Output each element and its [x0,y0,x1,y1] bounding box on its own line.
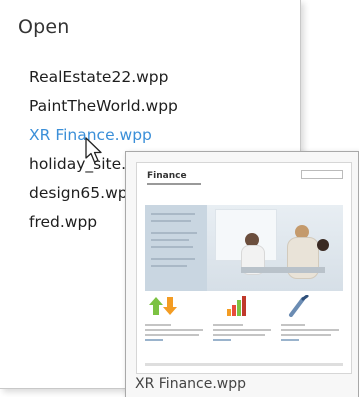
preview-table [241,267,325,273]
preview-footer [145,363,343,366]
preview-feature [213,295,275,353]
file-preview-tooltip: Finance XR Finance.wpp [125,151,359,397]
recent-file-label: RealEstate22.wpp [29,68,169,86]
recent-file-item[interactable]: RealEstate22.wpp [29,63,178,92]
preview-hero-text [145,205,207,291]
arrows-icon [149,297,177,315]
preview-person [317,239,329,251]
preview-brand: Finance [147,171,187,181]
recent-file-label: holiday_site. [29,155,127,173]
preview-feature [281,294,343,353]
preview-search-box [301,170,343,179]
recent-file-label: fred.wpp [29,213,98,231]
pen-icon [289,294,309,317]
preview-nav-bar [229,193,343,208]
preview-hero-image [145,205,343,291]
recent-file-label: PaintTheWorld.wpp [29,97,178,115]
arrow-pointer-icon [85,137,102,163]
file-preview-thumbnail: Finance [136,162,352,374]
preview-tagline-lines [147,182,201,187]
bar-chart-icon [227,296,246,316]
open-menu-screen: Open RealEstate22.wpp PaintTheWorld.wpp … [0,0,359,397]
recent-file-label: design65.wp [29,184,128,202]
preview-feature [145,295,207,353]
preview-feature-row [145,294,343,353]
recent-file-item[interactable]: PaintTheWorld.wpp [29,92,178,121]
menu-title: Open [18,16,70,38]
tooltip-caption: XR Finance.wpp [135,376,247,392]
